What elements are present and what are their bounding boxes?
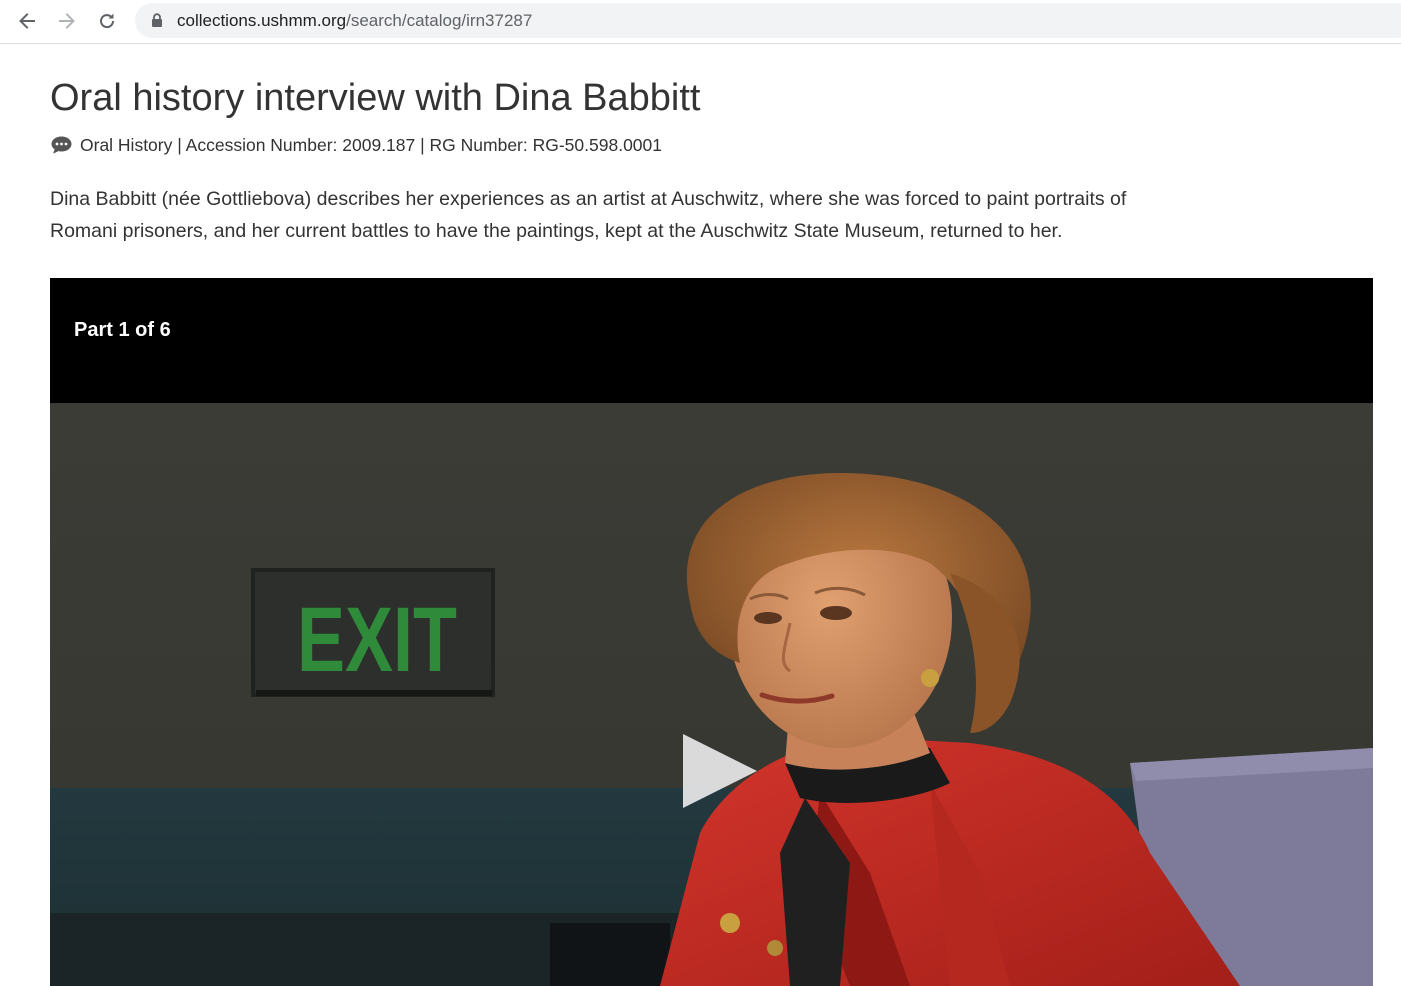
record-meta-text: Oral History | Accession Number: 2009.18… <box>80 135 662 155</box>
video-frame[interactable]: EXIT <box>50 403 1373 986</box>
page-title: Oral history interview with Dina Babbitt <box>50 77 701 119</box>
url-host: collections.ushmm.org <box>177 11 347 30</box>
address-bar[interactable]: collections.ushmm.org/search/catalog/irn… <box>135 3 1401 38</box>
lock-icon <box>152 13 162 27</box>
exit-sign: EXIT <box>251 568 495 697</box>
video-player[interactable]: Part 1 of 6 EXIT <box>50 278 1373 986</box>
record-meta: Oral History | Accession Number: 2009.18… <box>50 133 662 157</box>
video-header: Part 1 of 6 <box>50 278 1373 403</box>
chat-bubble-icon <box>51 136 72 154</box>
forward-button[interactable] <box>52 6 82 36</box>
arrow-left-icon <box>19 13 35 29</box>
arrow-right-icon <box>59 13 75 29</box>
video-part-label: Part 1 of 6 <box>74 319 171 341</box>
address-bar-url: collections.ushmm.org/search/catalog/irn… <box>177 11 532 31</box>
reload-icon <box>100 13 115 29</box>
back-button[interactable] <box>12 6 42 36</box>
reload-button[interactable] <box>92 6 122 36</box>
url-path: /search/catalog/irn37287 <box>346 11 533 30</box>
exit-sign-text: EXIT <box>297 589 457 691</box>
browser-toolbar: collections.ushmm.org/search/catalog/irn… <box>0 0 1401 44</box>
record-description: Dina Babbitt (née Gottliebova) describes… <box>50 188 1127 242</box>
